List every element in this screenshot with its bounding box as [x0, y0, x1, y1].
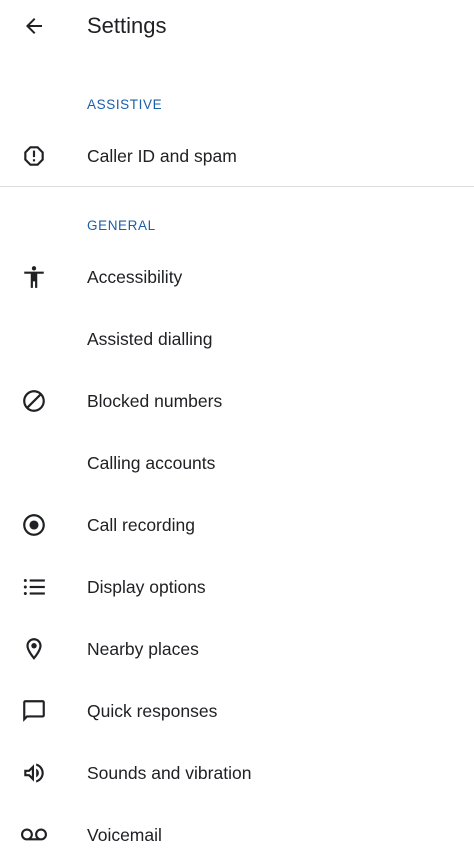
- accessibility-icon: [20, 263, 48, 291]
- settings-item-assisted-dialling[interactable]: Assisted dialling: [0, 308, 474, 370]
- settings-item-call-recording[interactable]: Call recording: [0, 494, 474, 556]
- settings-item-calling-accounts[interactable]: Calling accounts: [0, 432, 474, 494]
- settings-item-caller-id-spam[interactable]: Caller ID and spam: [0, 125, 474, 187]
- settings-item-label: Sounds and vibration: [87, 763, 252, 783]
- section-divider: [0, 186, 474, 187]
- settings-item-label: Voicemail: [87, 825, 162, 845]
- settings-item-quick-responses[interactable]: Quick responses: [0, 680, 474, 742]
- chat-bubble-icon: [20, 697, 48, 725]
- settings-item-label: Calling accounts: [87, 453, 216, 473]
- page-title: Settings: [87, 13, 167, 38]
- settings-item-label: Accessibility: [87, 267, 183, 287]
- location-pin-icon: [20, 635, 48, 663]
- section-header-assistive: ASSISTIVE: [87, 97, 163, 112]
- caller-id-spam-icon: [20, 142, 48, 170]
- record-icon: [20, 511, 48, 539]
- speaker-icon: [20, 759, 48, 787]
- back-button[interactable]: [12, 4, 56, 48]
- settings-item-label: Display options: [87, 577, 206, 597]
- settings-item-label: Nearby places: [87, 639, 199, 659]
- settings-item-sounds-vibration[interactable]: Sounds and vibration: [0, 742, 474, 804]
- settings-item-label: Assisted dialling: [87, 329, 213, 349]
- settings-item-blocked-numbers[interactable]: Blocked numbers: [0, 370, 474, 432]
- voicemail-icon: [20, 821, 48, 849]
- app-bar: Settings: [0, 0, 474, 56]
- settings-item-label: Blocked numbers: [87, 391, 223, 411]
- settings-item-label: Call recording: [87, 515, 195, 535]
- settings-item-accessibility[interactable]: Accessibility: [0, 246, 474, 308]
- arrow-back-icon: [22, 14, 46, 38]
- settings-item-label: Quick responses: [87, 701, 218, 721]
- settings-item-display-options[interactable]: Display options: [0, 556, 474, 618]
- settings-item-nearby-places[interactable]: Nearby places: [0, 618, 474, 680]
- settings-item-label: Caller ID and spam: [87, 146, 237, 166]
- list-icon: [20, 573, 48, 601]
- settings-item-voicemail[interactable]: Voicemail: [0, 804, 474, 866]
- section-header-general: GENERAL: [87, 218, 156, 233]
- blocked-icon: [20, 387, 48, 415]
